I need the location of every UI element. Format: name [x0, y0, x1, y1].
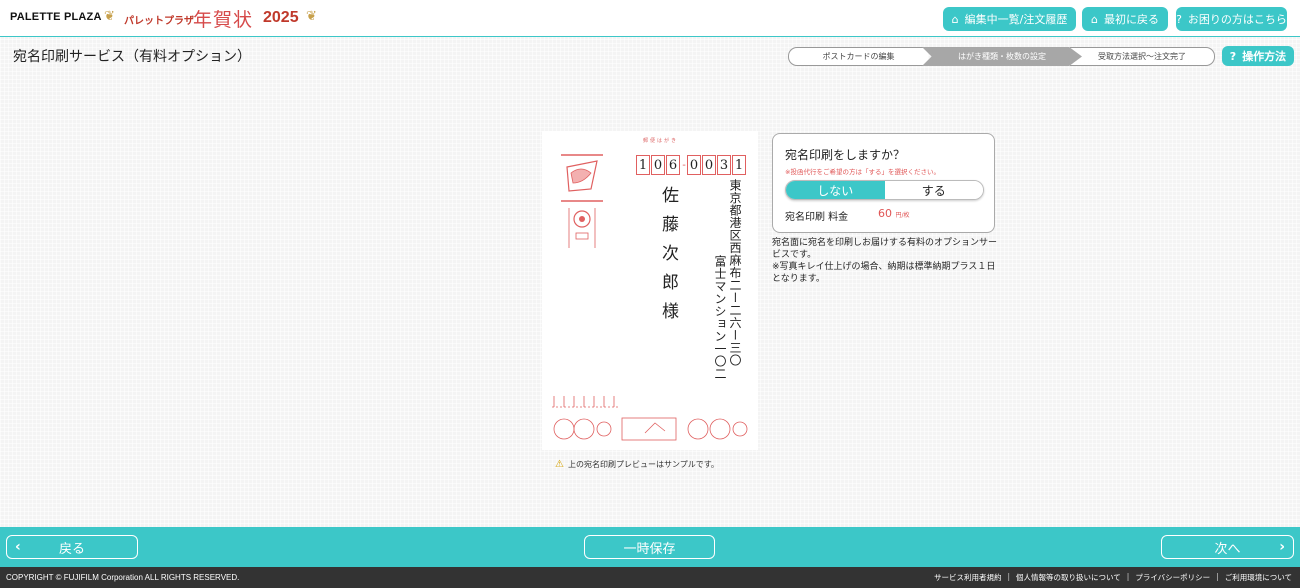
- nenga-logo: 年賀状: [193, 9, 254, 31]
- zip-digit: 6: [666, 155, 680, 175]
- fee-value: 60 円/枚: [878, 207, 910, 220]
- footer-link-terms[interactable]: サービス利用者規約: [934, 572, 1002, 583]
- postcard-label: 郵便はがき: [643, 138, 679, 144]
- chevron-left-icon: ‹: [15, 539, 21, 555]
- brand-logo[interactable]: PALETTE PLAZA: [10, 11, 102, 23]
- leaf-icon: ❦: [104, 9, 115, 24]
- restart-button[interactable]: ⌂ 最初に戻る: [1082, 7, 1168, 31]
- zip-digit: 1: [636, 155, 650, 175]
- footer-links: サービス利用者規約 | 個人情報等の取り扱いについて | プライバシーポリシー …: [934, 572, 1292, 583]
- copyright-bar: COPYRIGHT © FUJIFILM Corporation ALL RIG…: [0, 567, 1300, 588]
- service-description: 宛名面に宛名を印刷しお届けする有料のオプションサービスです。 ※写真キレイ仕上げ…: [772, 238, 998, 284]
- footer-link-environment[interactable]: ご利用環境について: [1225, 572, 1292, 583]
- preview-notice-text: 上の宛名印刷プレビューはサンプルです。: [567, 460, 719, 469]
- link-separator: |: [1126, 572, 1130, 581]
- home-icon: ⌂: [951, 12, 959, 26]
- fee-amount: 60: [878, 207, 892, 220]
- preview-notice: ⚠ 上の宛名印刷プレビューはサンプルです。: [555, 459, 719, 470]
- zip-digit: 0: [702, 155, 716, 175]
- print-toggle[interactable]: しない する: [785, 180, 984, 200]
- question-icon: ?: [1229, 49, 1237, 63]
- zip-digit: 0: [651, 155, 665, 175]
- panel-note: ※投函代行をご希望の方は「する」を選択ください。: [785, 168, 940, 176]
- fee-unit: 円/枚: [895, 212, 910, 219]
- home-icon: ⌂: [1091, 12, 1098, 26]
- step-complete: 受取方法選択〜注文完了: [1070, 47, 1215, 66]
- address-line-1: 東京都港区西麻布二ー二六ー三〇: [728, 179, 742, 367]
- zip-digit: 3: [717, 155, 731, 175]
- address-print-panel: 宛名印刷をしますか？ ※投函代行をご希望の方は「する」を選択ください。 しない …: [772, 133, 995, 233]
- address-line-2: 富士マンション一〇二: [713, 255, 727, 380]
- restart-button-label: 最初に戻る: [1103, 13, 1159, 26]
- support-button[interactable]: ? お困りの方はこちら: [1176, 7, 1287, 31]
- panel-title: 宛名印刷をしますか？: [785, 148, 906, 162]
- progress-steps: ポストカードの編集 受取方法選択〜注文完了 はがき種類・枚数の設定: [788, 47, 1215, 66]
- back-button-label: 戻る: [58, 541, 85, 557]
- brand-jp: パレットプラザ: [124, 16, 194, 27]
- step-edit: ポストカードの編集: [788, 47, 928, 66]
- toggle-yes-option[interactable]: する: [884, 181, 983, 199]
- footer-link-privacy-handling[interactable]: 個人情報等の取り扱いについて: [1016, 572, 1121, 583]
- help-button-label: 操作方法: [1242, 50, 1287, 63]
- step-settings-current: はがき種類・枚数の設定: [922, 47, 1082, 66]
- postal-code: 1 0 6 - 0 0 3 1: [636, 155, 747, 175]
- postcard-footer-pattern: [552, 396, 748, 441]
- year-label: 2025: [263, 9, 299, 26]
- chevron-right-icon: ›: [1279, 539, 1285, 555]
- link-separator: |: [1007, 572, 1011, 581]
- warning-icon: ⚠: [555, 459, 564, 470]
- history-button-label: 編集中一覧/注文履歴: [964, 13, 1068, 26]
- toggle-no-option[interactable]: しない: [786, 181, 885, 199]
- copyright: COPYRIGHT © FUJIFILM Corporation ALL RIG…: [6, 573, 240, 582]
- back-button[interactable]: ‹ 戻る: [6, 535, 138, 559]
- footer-link-privacy-policy[interactable]: プライバシーポリシー: [1135, 572, 1210, 583]
- next-button-label: 次へ: [1214, 541, 1241, 557]
- leaf-icon: ❦: [306, 9, 317, 24]
- stamp-icon: [561, 154, 603, 248]
- link-separator: |: [1216, 572, 1219, 581]
- zip-digit: 0: [687, 155, 701, 175]
- next-button[interactable]: 次へ ›: [1161, 535, 1294, 559]
- support-button-label: お困りの方はこちら: [1187, 13, 1287, 26]
- fee-label: 宛名印刷 料金: [785, 212, 849, 223]
- save-button[interactable]: 一時保存: [584, 535, 715, 559]
- recipient-name: 佐藤次郎様: [658, 186, 678, 331]
- save-button-label: 一時保存: [623, 541, 676, 557]
- help-button[interactable]: ? 操作方法: [1222, 46, 1294, 66]
- postcard-preview: 郵便はがき 1 0 6 - 0 0 3 1 東京都港区西麻布二ー二六ー三〇 富士…: [542, 131, 758, 450]
- page-title: 宛名印刷サービス（有料オプション）: [13, 49, 251, 65]
- history-button[interactable]: ⌂ 編集中一覧/注文履歴: [943, 7, 1076, 31]
- question-icon: ?: [1176, 12, 1182, 26]
- header: PALETTE PLAZA ❦ パレットプラザ 年賀状 2025 ❦ ⌂ 編集中…: [0, 0, 1300, 37]
- zip-digit: 1: [732, 155, 746, 175]
